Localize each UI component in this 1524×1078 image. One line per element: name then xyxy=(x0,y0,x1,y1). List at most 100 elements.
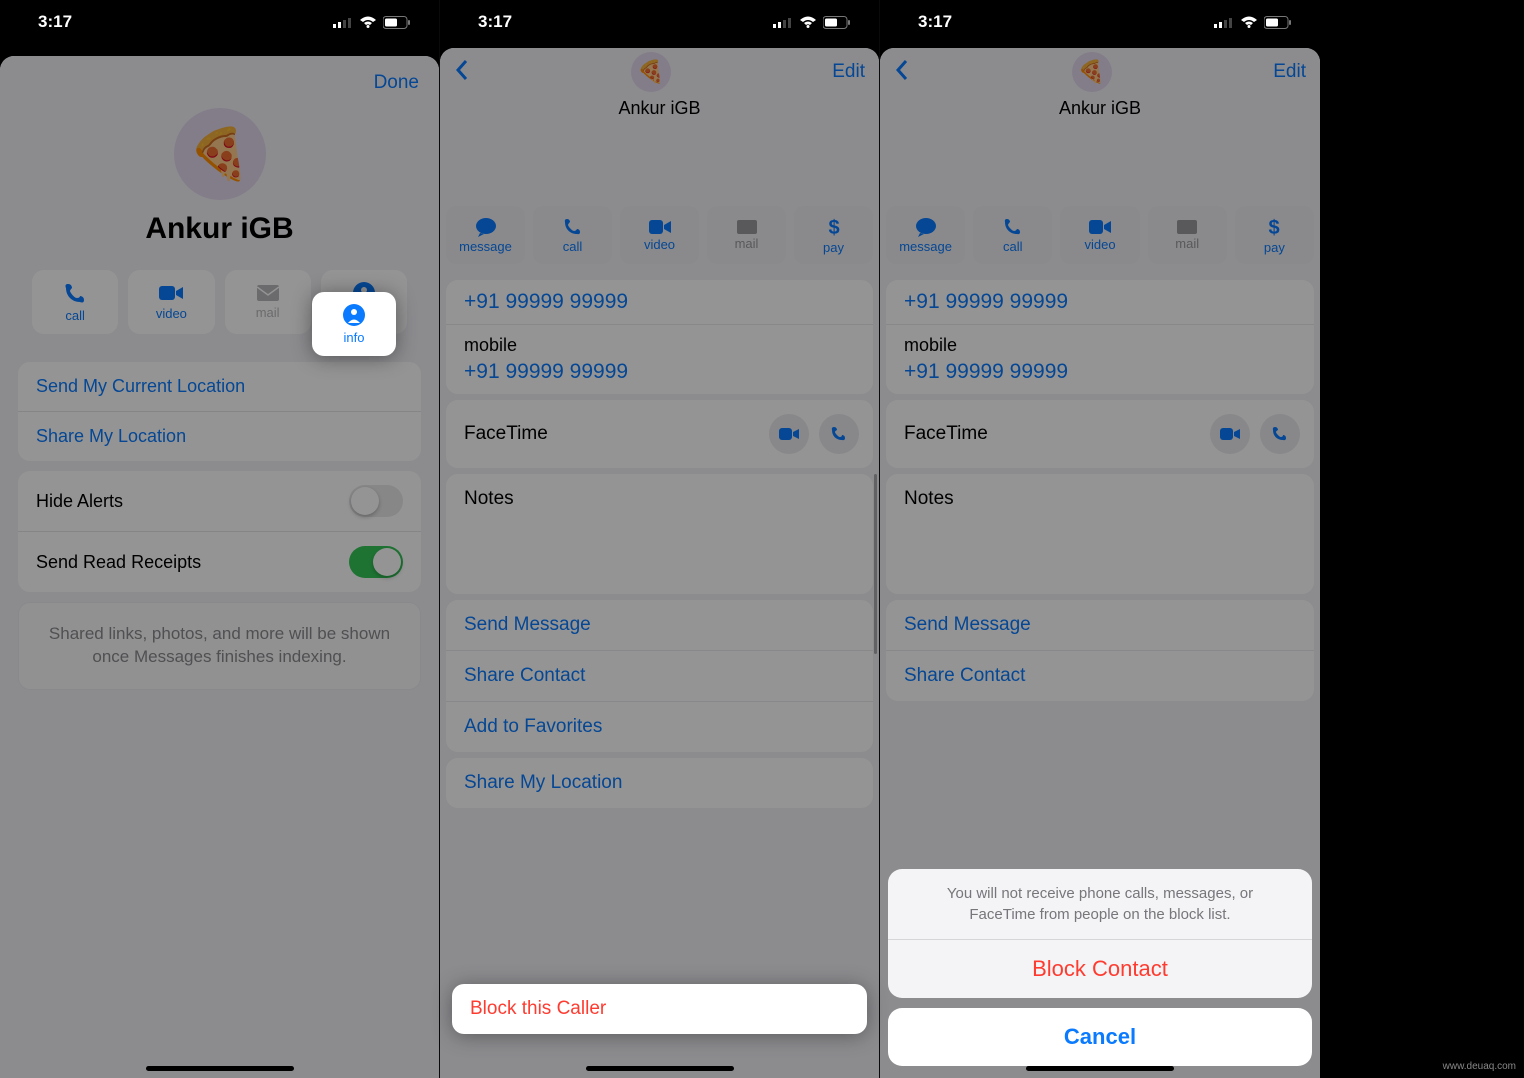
done-button[interactable]: Done xyxy=(374,72,419,94)
cancel-button[interactable]: Cancel xyxy=(888,1008,1312,1066)
edit-button[interactable]: Edit xyxy=(1273,61,1306,83)
battery-icon xyxy=(823,16,851,29)
battery-icon xyxy=(1264,16,1292,29)
call-label: call xyxy=(65,308,85,323)
back-button[interactable] xyxy=(894,58,910,87)
pay-label: pay xyxy=(1264,240,1285,255)
status-bar: 3:17 xyxy=(0,0,439,44)
facetime-video-button[interactable] xyxy=(769,414,809,454)
phone-mobile[interactable]: +91 99999 99999 xyxy=(904,360,1296,384)
read-receipts-toggle[interactable] xyxy=(349,546,403,578)
phone-icon xyxy=(563,217,583,237)
video-button[interactable]: video xyxy=(128,270,214,334)
info-button[interactable]: info xyxy=(312,292,396,356)
call-label: call xyxy=(1003,239,1023,254)
facetime-video-button[interactable] xyxy=(1210,414,1250,454)
video-label: video xyxy=(1084,237,1115,252)
scrollbar[interactable] xyxy=(874,474,877,654)
mail-icon xyxy=(1177,220,1197,234)
avatar[interactable]: 🍕 xyxy=(631,52,671,92)
mail-icon xyxy=(257,285,279,301)
mail-button: mail xyxy=(1148,206,1227,264)
phone-icon xyxy=(830,425,848,443)
dollar-icon: $ xyxy=(1267,216,1281,238)
signal-icon xyxy=(1214,16,1234,28)
avatar[interactable]: 🍕 xyxy=(174,108,266,200)
video-icon xyxy=(779,427,799,441)
notes-field[interactable]: Notes xyxy=(446,474,873,594)
call-label: call xyxy=(563,239,583,254)
person-icon xyxy=(343,304,365,326)
status-time: 3:17 xyxy=(38,12,72,32)
home-indicator[interactable] xyxy=(146,1066,294,1071)
block-caller-button[interactable]: Block this Caller xyxy=(452,984,867,1034)
send-message-button[interactable]: Send Message xyxy=(446,600,873,650)
phone-icon xyxy=(1003,217,1023,237)
mail-icon xyxy=(737,220,757,234)
message-button[interactable]: message xyxy=(886,206,965,264)
status-indicators xyxy=(333,16,411,29)
send-message-button[interactable]: Send Message xyxy=(886,600,1314,650)
mobile-label: mobile xyxy=(904,335,1296,356)
video-label: video xyxy=(156,306,187,321)
pay-label: pay xyxy=(823,240,844,255)
video-button[interactable]: video xyxy=(1060,206,1139,264)
phone-main[interactable]: +91 99999 99999 xyxy=(904,290,1296,314)
mail-label: mail xyxy=(735,236,759,251)
video-label: video xyxy=(644,237,675,252)
status-indicators xyxy=(773,16,851,29)
notes-field[interactable]: Notes xyxy=(886,474,1314,594)
add-favorites-button[interactable]: Add to Favorites xyxy=(446,701,873,752)
block-contact-button[interactable]: Block Contact xyxy=(888,940,1312,998)
back-button[interactable] xyxy=(454,58,470,87)
signal-icon xyxy=(333,16,353,28)
facetime-audio-button[interactable] xyxy=(1260,414,1300,454)
share-location-button[interactable]: Share My Location xyxy=(446,758,873,808)
chevron-left-icon xyxy=(894,58,910,82)
status-time: 3:17 xyxy=(478,12,512,32)
block-sheet-message: You will not receive phone calls, messag… xyxy=(888,869,1312,940)
video-button[interactable]: video xyxy=(620,206,699,264)
mobile-label: mobile xyxy=(464,335,855,356)
home-indicator[interactable] xyxy=(1026,1066,1174,1071)
hide-alerts-row: Hide Alerts xyxy=(18,471,421,531)
status-bar: 3:17 xyxy=(880,0,1320,44)
share-location-button[interactable]: Share My Location xyxy=(18,411,421,461)
video-icon xyxy=(159,284,183,302)
mail-label: mail xyxy=(256,305,280,320)
facetime-audio-button[interactable] xyxy=(819,414,859,454)
hide-alerts-toggle[interactable] xyxy=(349,485,403,517)
message-label: message xyxy=(459,239,512,254)
phone-mobile[interactable]: +91 99999 99999 xyxy=(464,360,855,384)
indexing-note: Shared links, photos, and more will be s… xyxy=(18,602,421,690)
message-icon xyxy=(475,217,497,237)
read-receipts-row: Send Read Receipts xyxy=(18,531,421,592)
message-button[interactable]: message xyxy=(446,206,525,264)
message-icon xyxy=(915,217,937,237)
facetime-label: FaceTime xyxy=(904,423,988,445)
pay-button[interactable]: $ pay xyxy=(1235,206,1314,264)
send-location-button[interactable]: Send My Current Location xyxy=(18,362,421,411)
mail-button: mail xyxy=(225,270,311,334)
phone-main[interactable]: +91 99999 99999 xyxy=(464,290,855,314)
share-contact-button[interactable]: Share Contact xyxy=(886,650,1314,701)
pay-button[interactable]: $ pay xyxy=(794,206,873,264)
video-icon xyxy=(1220,427,1240,441)
mail-button: mail xyxy=(707,206,786,264)
status-time: 3:17 xyxy=(918,12,952,32)
call-button[interactable]: call xyxy=(533,206,612,264)
message-label: message xyxy=(899,239,952,254)
facetime-label: FaceTime xyxy=(464,423,548,445)
call-button[interactable]: call xyxy=(973,206,1052,264)
wifi-icon xyxy=(1240,16,1258,28)
battery-icon xyxy=(383,16,411,29)
mail-label: mail xyxy=(1175,236,1199,251)
call-button[interactable]: call xyxy=(32,270,118,334)
edit-button[interactable]: Edit xyxy=(832,61,865,83)
watermark: www.deuaq.com xyxy=(1443,1061,1516,1072)
share-contact-button[interactable]: Share Contact xyxy=(446,650,873,701)
home-indicator[interactable] xyxy=(586,1066,734,1071)
phone-icon xyxy=(64,282,86,304)
chevron-left-icon xyxy=(454,58,470,82)
avatar[interactable]: 🍕 xyxy=(1072,52,1112,92)
